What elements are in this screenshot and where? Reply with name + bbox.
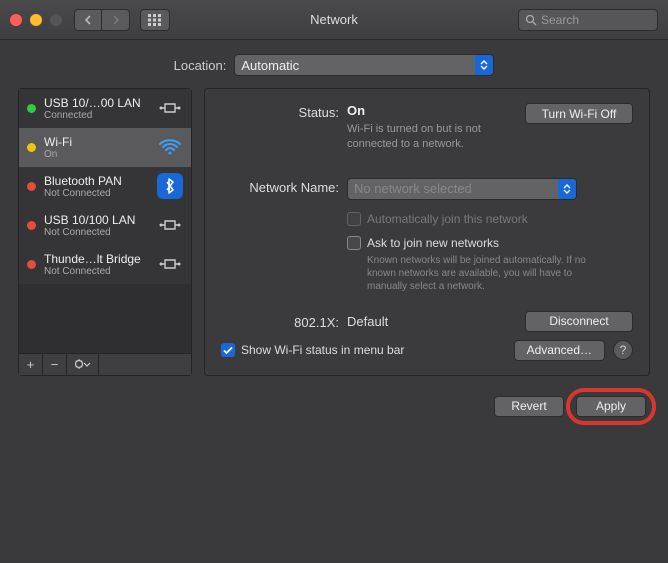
location-select[interactable]: Automatic [234, 54, 494, 76]
interface-usb-lan-0[interactable]: USB 10/…00 LANConnected [19, 89, 191, 128]
status-label: Status: [221, 103, 347, 120]
status-dot-icon [27, 104, 36, 113]
minimize-window-button[interactable] [30, 14, 42, 26]
interface-actions-menu[interactable] [67, 354, 99, 375]
status-value: On [347, 103, 515, 118]
interface-list: USB 10/…00 LANConnected Wi-FiOn Bluetoot… [19, 89, 191, 353]
window-traffic-lights [10, 14, 62, 26]
status-dot-icon [27, 182, 36, 191]
search-field[interactable]: Search [518, 9, 658, 31]
advanced-button[interactable]: Advanced… [514, 340, 605, 361]
interface-thunderbolt-bridge[interactable]: Thunde…lt BridgeNot Connected [19, 245, 191, 284]
chevron-updown-icon [558, 179, 576, 199]
turn-wifi-off-button[interactable]: Turn Wi-Fi Off [525, 103, 633, 124]
dot1x-label: 802.1X: [221, 313, 347, 330]
show-all-button[interactable] [140, 9, 170, 31]
ethernet-icon [157, 212, 183, 238]
zoom-window-button[interactable] [50, 14, 62, 26]
ask-join-description: Known networks will be joined automatica… [367, 254, 607, 293]
checkbox-icon [221, 343, 235, 357]
titlebar: Network Search [0, 0, 668, 40]
interface-usb-lan-1[interactable]: USB 10/100 LANNot Connected [19, 206, 191, 245]
back-button[interactable] [74, 9, 102, 31]
wifi-icon [157, 134, 183, 160]
ethernet-icon [157, 251, 183, 277]
checkbox-icon [347, 236, 361, 250]
location-row: Location: Automatic [0, 40, 668, 88]
disconnect-button[interactable]: Disconnect [525, 311, 633, 332]
network-name-label: Network Name: [221, 178, 347, 195]
close-window-button[interactable] [10, 14, 22, 26]
network-name-placeholder: No network selected [354, 181, 472, 196]
help-button[interactable]: ? [613, 340, 633, 360]
network-name-select[interactable]: No network selected [347, 178, 577, 200]
search-placeholder: Search [541, 13, 579, 27]
checkbox-icon [347, 212, 361, 226]
status-dot-icon [27, 260, 36, 269]
window-title: Network [310, 12, 358, 27]
chevron-updown-icon [475, 55, 493, 75]
remove-interface-button[interactable]: − [43, 354, 67, 375]
forward-button[interactable] [102, 9, 130, 31]
status-dot-icon [27, 143, 36, 152]
interfaces-sidebar: USB 10/…00 LANConnected Wi-FiOn Bluetoot… [18, 88, 192, 376]
location-value: Automatic [241, 58, 299, 73]
ethernet-icon [157, 95, 183, 121]
search-icon [525, 14, 537, 26]
show-wifi-status-checkbox[interactable]: Show Wi-Fi status in menu bar [221, 343, 404, 357]
status-dot-icon [27, 221, 36, 230]
revert-button[interactable]: Revert [494, 396, 564, 417]
interface-bluetooth-pan[interactable]: Bluetooth PANNot Connected [19, 167, 191, 206]
interface-wifi[interactable]: Wi-FiOn [19, 128, 191, 167]
add-interface-button[interactable]: + [19, 354, 43, 375]
location-label: Location: [174, 58, 227, 73]
status-description: Wi-Fi is turned on but is not connected … [347, 122, 515, 152]
dialog-actions: Revert Apply [0, 390, 668, 417]
bluetooth-icon [157, 173, 183, 199]
auto-join-checkbox[interactable]: Automatically join this network [347, 212, 633, 226]
ask-join-checkbox[interactable]: Ask to join new networks [347, 236, 633, 250]
detail-panel: Status: On Wi-Fi is turned on but is not… [204, 88, 650, 376]
apply-button[interactable]: Apply [576, 396, 646, 417]
sidebar-footer: + − [19, 353, 191, 375]
dot1x-value: Default [347, 314, 388, 329]
nav-back-forward [74, 9, 130, 31]
